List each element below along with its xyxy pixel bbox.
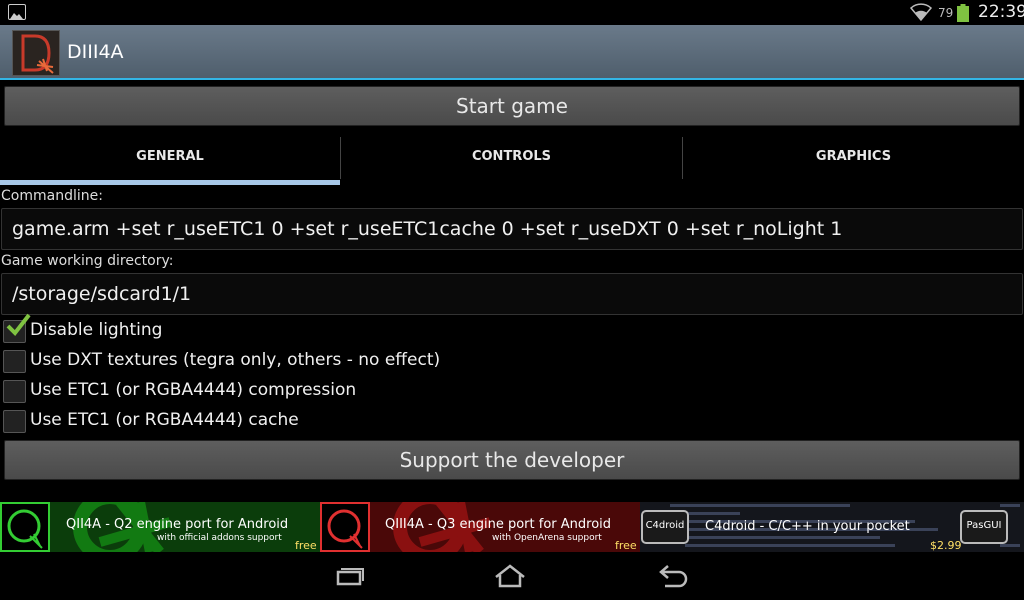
tab-graphics[interactable]: GRAPHICS [683, 137, 1024, 185]
qiii4a-logo-icon [320, 502, 370, 552]
ad-qiii4a[interactable]: QIII4A - Q3 engine port for Android with… [320, 502, 640, 552]
ad-free-tag: free [615, 539, 637, 552]
dxt-textures-label: Use DXT textures (tegra only, others - n… [30, 350, 441, 370]
image-notification-icon [8, 4, 26, 20]
etc1-compression-checkbox[interactable] [3, 380, 26, 403]
pasgui-badge: PasGUI [960, 510, 1008, 544]
commandline-label: Commandline: [1, 188, 103, 204]
etc1-cache-checkbox[interactable] [3, 410, 26, 433]
commandline-input[interactable]: game.arm +set r_useETC1 0 +set r_useETC1… [1, 208, 1023, 250]
ad-subtitle: with OpenArena support [492, 533, 602, 543]
app-logo-icon[interactable] [12, 30, 60, 76]
battery-icon [957, 4, 969, 22]
ad-subtitle: with official addons support [157, 533, 282, 543]
wifi-icon [910, 3, 932, 22]
etc1-cache-label: Use ETC1 (or RGBA4444) cache [30, 410, 299, 430]
home-icon[interactable] [492, 562, 528, 590]
ad-title: C4droid - C/C++ in your pocket [705, 519, 910, 534]
action-bar: DIII4A [0, 25, 1024, 80]
ad-c4droid[interactable]: C4droid C4droid - C/C++ in your pocket P… [640, 502, 1024, 552]
navigation-bar [0, 552, 1024, 600]
app-title: DIII4A [67, 41, 124, 63]
tab-general[interactable]: GENERAL [0, 137, 340, 185]
ad-banner-strip: QII4A - Q2 engine port for Android with … [0, 502, 1024, 552]
start-game-button[interactable]: Start game [4, 86, 1020, 126]
clock: 22:39 [978, 2, 1024, 22]
etc1-compression-label: Use ETC1 (or RGBA4444) compression [30, 380, 357, 400]
workdir-input[interactable]: /storage/sdcard1/1 [1, 273, 1023, 315]
tab-bar: GENERAL CONTROLS GRAPHICS [0, 137, 1024, 185]
dxt-textures-checkbox[interactable] [3, 350, 26, 373]
workdir-label: Game working directory: [1, 253, 174, 269]
ad-qii4a[interactable]: QII4A - Q2 engine port for Android with … [0, 502, 320, 552]
tab-selected-indicator [0, 180, 340, 185]
c4droid-badge: C4droid [641, 510, 689, 544]
battery-percent: 79 [938, 6, 954, 20]
tab-controls[interactable]: CONTROLS [341, 137, 682, 185]
qii4a-logo-icon [0, 502, 50, 552]
status-bar: 79 22:39 [0, 0, 1024, 25]
ad-free-tag: free [295, 539, 317, 552]
checkmark-icon [6, 313, 31, 337]
ad-title: QIII4A - Q3 engine port for Android [385, 517, 612, 532]
support-developer-button[interactable]: Support the developer [4, 440, 1020, 480]
disable-lighting-label: Disable lighting [30, 320, 163, 340]
back-icon[interactable] [655, 562, 691, 590]
ad-title: QII4A - Q2 engine port for Android [66, 517, 289, 532]
recent-apps-icon[interactable] [332, 562, 368, 590]
ad-price: $2.99 [930, 539, 962, 552]
